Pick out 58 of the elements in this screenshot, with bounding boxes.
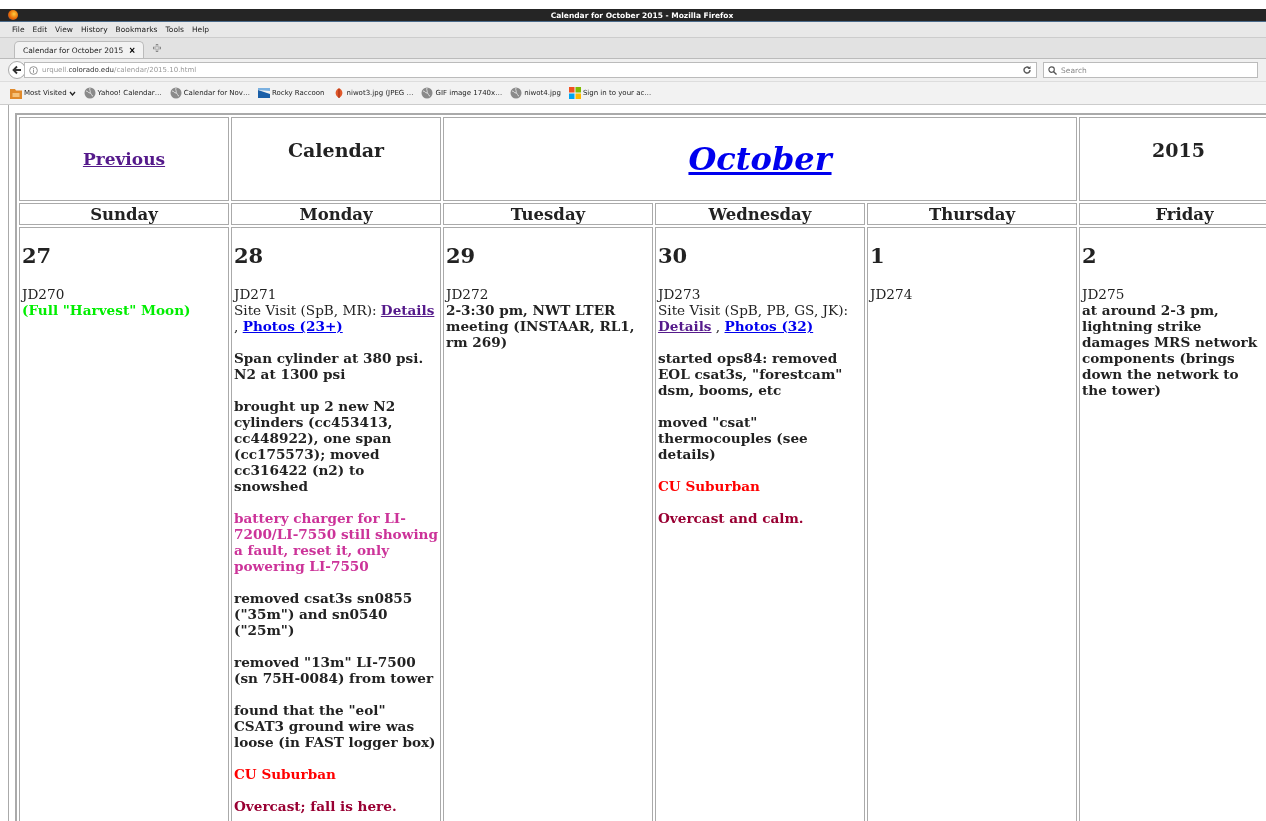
- day-number: 29: [446, 244, 477, 268]
- info-icon: [29, 65, 38, 75]
- weekday-heading: Sunday: [90, 204, 158, 224]
- site-visit-note: Site Visit (SpB, MR): Details , Photos (23+): [234, 302, 436, 334]
- event-note: Overcast; fall is here.: [234, 798, 398, 814]
- day-number: 28: [234, 244, 265, 268]
- month-link[interactable]: October: [688, 140, 832, 178]
- julian-day: JD272: [446, 286, 650, 302]
- entry-link[interactable]: Photos (32): [724, 318, 814, 334]
- new-tab-icon[interactable]: [152, 43, 162, 53]
- entry-link[interactable]: Details: [380, 302, 435, 318]
- globe-icon: [421, 87, 434, 99]
- calendar-title: Calendar: [287, 139, 385, 161]
- event-note: Span cylinder at 380 psi. N2 at 1300 psi: [234, 350, 425, 382]
- julian-day: JD271: [234, 286, 438, 302]
- year-heading: 2015: [1152, 139, 1205, 161]
- julian-day: JD274: [870, 286, 1074, 302]
- globe-icon: [510, 87, 523, 99]
- day-number: 2: [1082, 244, 1098, 268]
- site-visit-note: Site Visit (SpB, PB, GS, JK): Details , Photos (32): [658, 302, 850, 334]
- event-note: 2-3:30 pm, NWT LTER meeting (INSTAAR, RL1, rm 269): [446, 302, 636, 350]
- close-tab-button[interactable]: ×: [129, 44, 135, 56]
- globe-icon: [83, 87, 96, 99]
- browser-logo-icon: [8, 10, 18, 20]
- globe-icon: [169, 87, 182, 99]
- weekday-heading: Tuesday: [510, 204, 586, 224]
- day-number: 27: [22, 244, 53, 268]
- event-note: at around 2-3 pm, lightning strike damages MRS network components (brings down the network to the tower): [1082, 302, 1258, 398]
- entry-link[interactable]: Details: [658, 318, 712, 334]
- event-note: moved "csat" thermocouples (see details): [658, 414, 809, 462]
- weekday-heading: Monday: [299, 204, 373, 224]
- event-note: removed csat3s sn0855 ("35m") and sn0540 ("25m"): [234, 590, 414, 638]
- back-arrow-icon: [12, 65, 22, 75]
- julian-day: JD275: [1082, 286, 1258, 302]
- weekday-heading: Wednesday: [708, 204, 812, 224]
- event-note: battery charger for LI-7200/LI-7550 still showing a fault, reset it, only powering LI-7550: [234, 510, 438, 574]
- weekday-heading: Friday: [1155, 204, 1214, 224]
- previous-link[interactable]: Previous: [82, 149, 166, 169]
- day-number: 30: [658, 244, 689, 268]
- reload-icon[interactable]: [1022, 65, 1032, 75]
- event-note: Overcast and calm.: [658, 510, 805, 526]
- event-note: CU Suburban: [658, 478, 761, 494]
- back-button[interactable]: [8, 61, 26, 79]
- event-note: (Full "Harvest" Moon): [22, 302, 192, 318]
- search-icon: [1048, 65, 1057, 75]
- weekday-heading: Thursday: [928, 204, 1016, 224]
- julian-day: JD270: [22, 286, 226, 302]
- folder-icon: [10, 87, 22, 99]
- event-note: started ops84: removed EOL csat3s, "forestcam" dsm, booms, etc: [658, 350, 844, 398]
- event-note: CU Suburban: [234, 766, 337, 782]
- event-note: removed "13m" LI-7500 (sn 75H-0084) from tower: [234, 654, 435, 686]
- tiles-icon: [568, 87, 581, 99]
- image-icon: [257, 87, 270, 99]
- day-number: 1: [870, 244, 886, 268]
- event-note: brought up 2 new N2 cylinders (cc453413, cc448922), one span (cc175573); moved cc316422 (n2) to snowshed: [234, 398, 397, 494]
- julian-day: JD273: [658, 286, 862, 302]
- event-note: found that the "eol" CSAT3 ground wire was loose (in FAST logger box): [234, 702, 437, 750]
- entry-link[interactable]: Photos (23+): [242, 318, 343, 334]
